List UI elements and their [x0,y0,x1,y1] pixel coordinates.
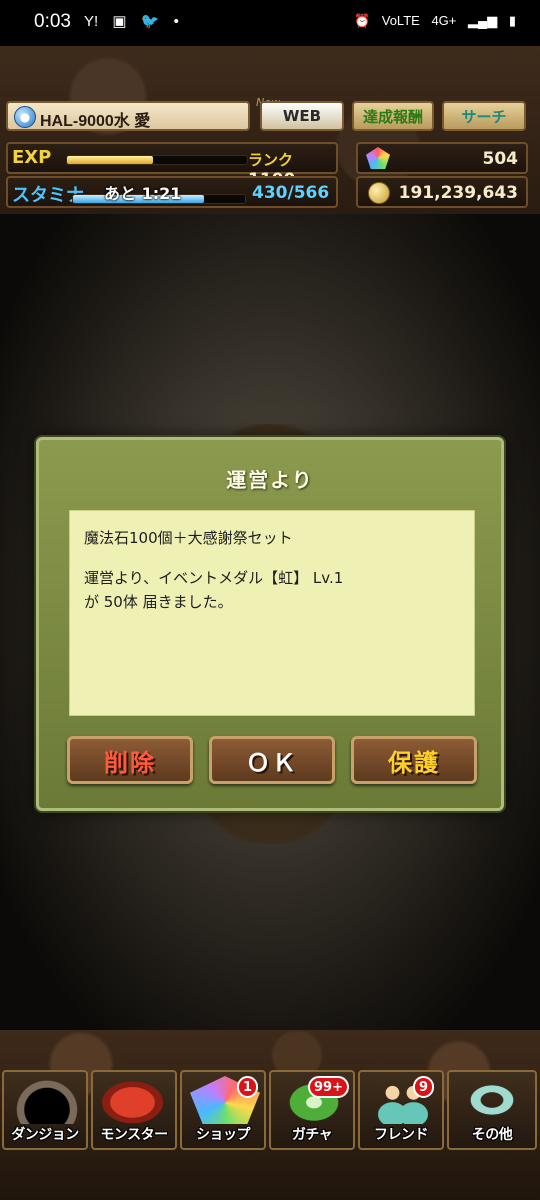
water-orb-icon: ● [14,106,36,128]
nav-friend[interactable]: 9 フレンド [358,1070,444,1150]
nav-shop[interactable]: 1 ショップ [180,1070,266,1150]
question-mark-icon [457,1076,527,1124]
magic-stone-count: 504 [482,149,519,169]
nav-shop-label: ショップ [196,1127,251,1143]
protect-button[interactable]: 保護 [351,736,477,784]
nav-monster[interactable]: モンスター [91,1070,177,1150]
coin-count: 191,239,643 [398,183,518,203]
nav-dungeon-label: ダンジョン [11,1127,79,1143]
signal-icon: ▂▄▆ [468,13,498,28]
rank-prefix: ランク [248,151,294,169]
message-box: 魔法石100個＋大感謝祭セット 運営より、イベントメダル【虹】 Lv.1 が 5… [69,510,475,716]
search-button[interactable]: サーチ [442,101,526,131]
player-name: HAL-9000水 愛 [40,113,151,130]
network-icon: 4G+ [431,13,457,28]
nav-gacha-label: ガチャ [291,1127,333,1143]
magic-stone-counter: 504 [356,142,528,174]
dot-icon: • [173,13,179,30]
exp-bar-fill [67,156,154,164]
top-hud: ● HAL-9000水 愛 New WEB 達成報酬 サーチ EXP ランク11… [0,46,540,214]
coin-icon [368,182,390,204]
twitter-icon: 🐦 [140,13,160,30]
notification-icons: Y! ▣ 🐦 • [84,12,189,30]
yahoo-icon: Y! [84,13,99,30]
bottom-nav: ダンジョン モンスター 1 ショップ 99+ ガチャ 9 フレンド その他 [0,1030,540,1200]
nav-dungeon[interactable]: ダンジョン [2,1070,88,1150]
magic-stone-icon [366,147,390,169]
nav-gacha[interactable]: 99+ ガチャ [269,1070,355,1150]
dungeon-icon [12,1076,82,1124]
volte-icon: VoLTE [381,13,420,28]
delete-button[interactable]: 削除 [67,736,193,784]
exp-label: EXP [12,147,52,168]
monster-icon [101,1076,171,1124]
dialog-title: 運営より [226,468,314,492]
exp-row: EXP ランク1100 [6,142,338,190]
clock: 0:03 [34,11,71,32]
message-subject: 魔法石100個＋大感謝祭セット [84,529,293,547]
battery-icon: ▮ [508,13,516,28]
system-icons: ⏰ VoLTE 4G+ ▂▄▆ ▮ [346,13,516,29]
alarm-icon: ⏰ [353,13,371,28]
shop-badge: 1 [236,1076,258,1098]
nav-monster-label: モンスター [100,1127,168,1143]
message-body-line1: 運営より、イベントメダル【虹】 Lv.1 [84,569,344,587]
ok-button[interactable]: ＯＫ [209,736,335,784]
player-name-box[interactable]: ● HAL-9000水 愛 [6,101,250,131]
web-button[interactable]: WEB [260,101,344,131]
nav-friend-label: フレンド [374,1127,429,1143]
exp-bar [66,155,248,165]
stamina-value: 430/566 [252,183,330,203]
nav-other[interactable]: その他 [447,1070,537,1150]
status-bar: 0:03 Y! ▣ 🐦 • ⏰ VoLTE 4G+ ▂▄▆ ▮ [0,0,540,46]
message-body-line2: が 50体 届きました。 [84,593,233,611]
nav-other-label: その他 [471,1127,513,1143]
coin-counter: 191,239,643 [356,176,528,208]
gacha-badge: 99+ [308,1076,349,1098]
stamina-row: スタミナ あと 1:21 430/566 [6,176,338,208]
stamina-recovery-timer: あと 1:21 [104,184,182,203]
friend-badge: 9 [412,1076,434,1098]
image-icon: ▣ [112,13,127,30]
message-dialog: 運営より 魔法石100個＋大感謝祭セット 運営より、イベントメダル【虹】 Lv.… [36,437,504,811]
achievement-rewards-button[interactable]: 達成報酬 [352,101,434,131]
